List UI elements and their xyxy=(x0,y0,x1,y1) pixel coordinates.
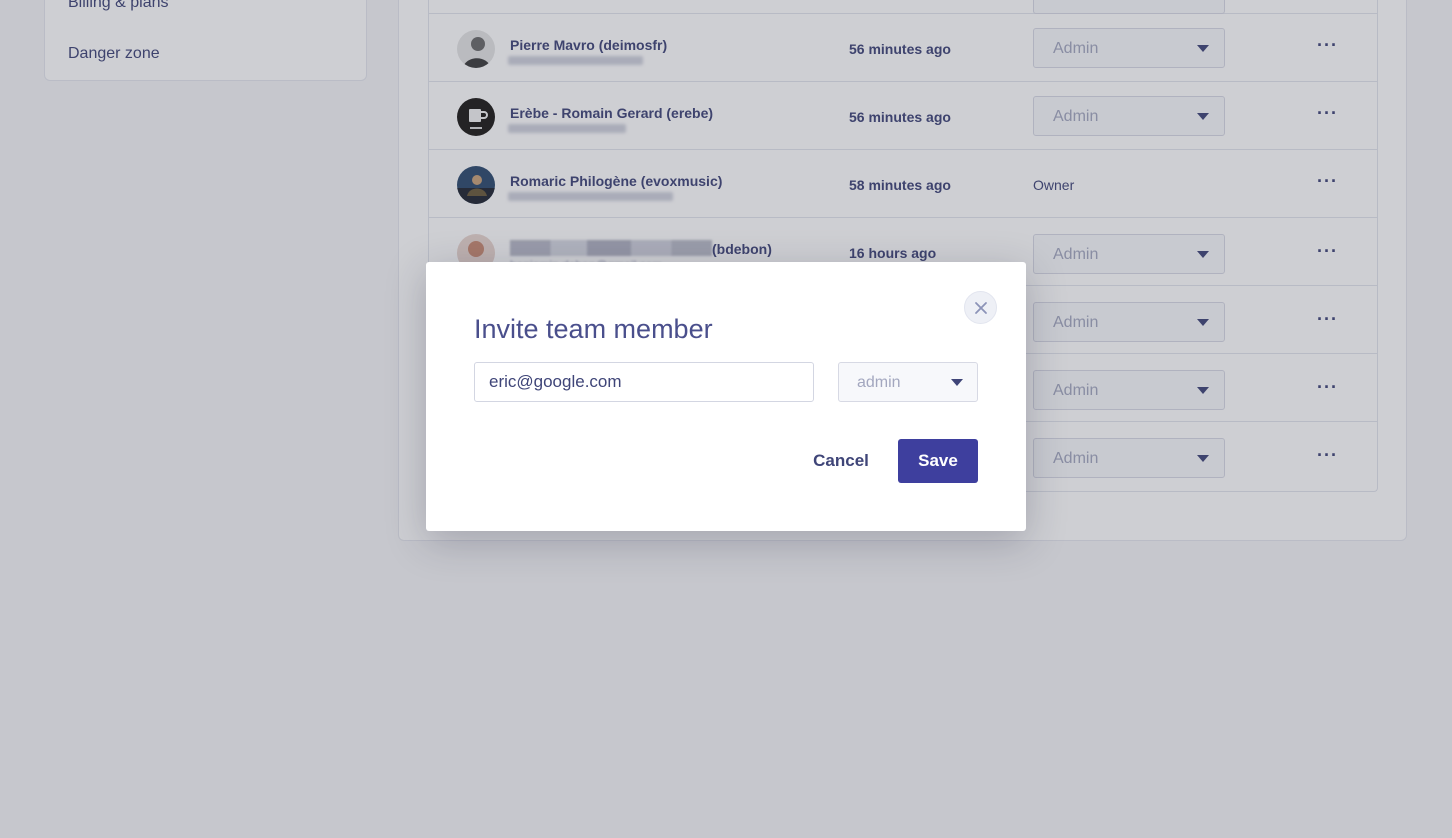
invite-member-modal: Invite team member admin Cancel Save xyxy=(426,262,1026,531)
chevron-down-icon xyxy=(951,379,963,386)
role-select-value: admin xyxy=(857,374,901,391)
save-button[interactable]: Save xyxy=(898,439,978,483)
modal-title: Invite team member xyxy=(474,314,713,344)
cancel-button[interactable]: Cancel xyxy=(806,439,876,483)
email-input[interactable] xyxy=(474,362,814,402)
close-button[interactable] xyxy=(964,291,997,324)
role-select[interactable]: admin xyxy=(838,362,978,402)
close-icon xyxy=(975,302,987,314)
page: Billing & plans Danger zone Admin Pierre… xyxy=(0,0,1452,838)
